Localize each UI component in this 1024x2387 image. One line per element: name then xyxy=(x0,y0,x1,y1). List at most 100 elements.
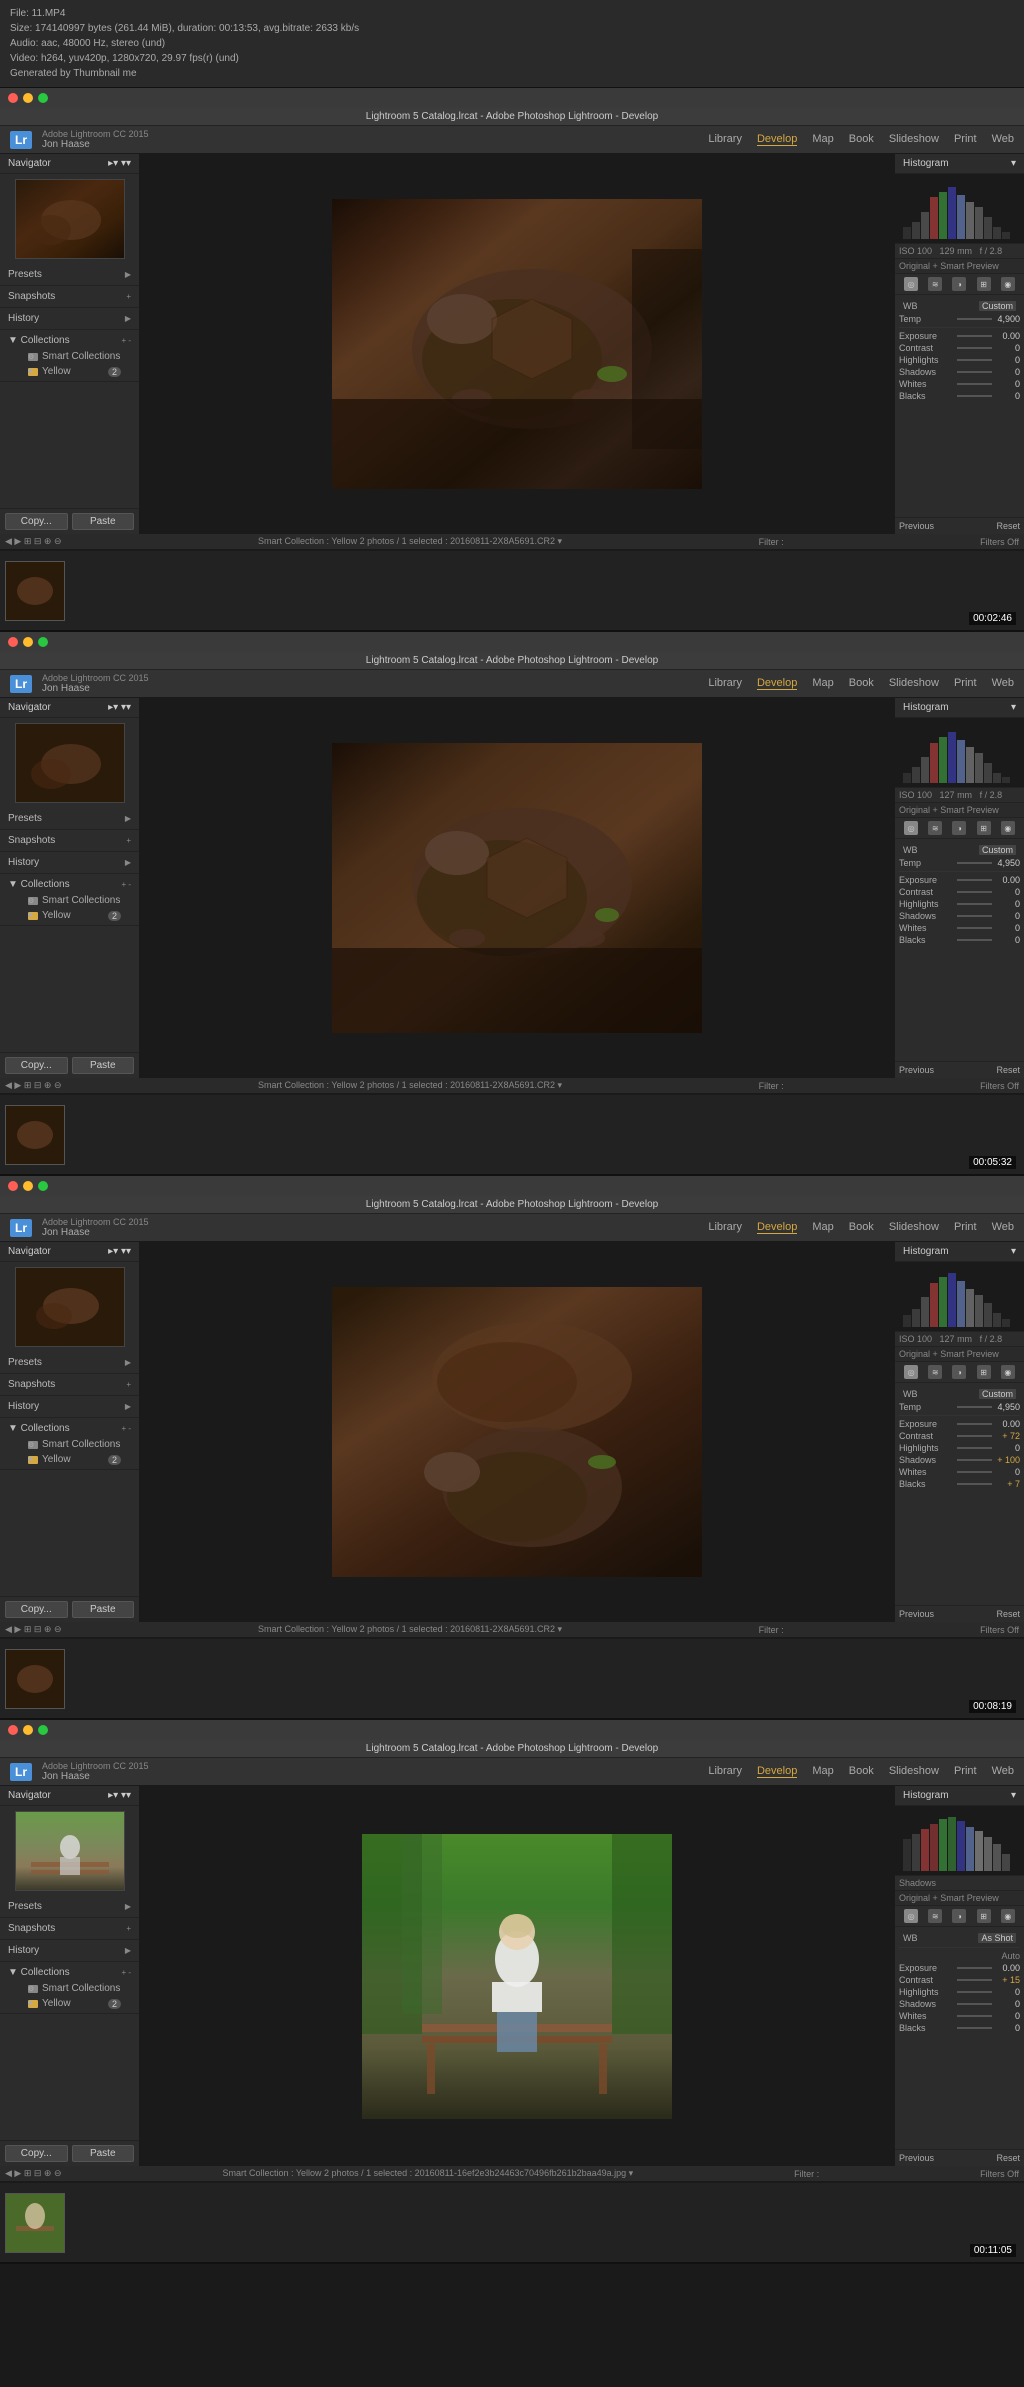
copy-button-2[interactable]: Copy... xyxy=(5,1057,68,1074)
exposure-slider-4[interactable] xyxy=(957,1967,992,1969)
contrast-slider-3[interactable] xyxy=(957,1435,992,1437)
nav-book-3[interactable]: Book xyxy=(849,1221,874,1234)
snapshots-title-3[interactable]: Snapshots + xyxy=(8,1376,131,1393)
dev-icon-color-2[interactable]: ◑ xyxy=(952,821,966,835)
nav-develop-1[interactable]: Develop xyxy=(757,133,797,146)
contrast-slider-4[interactable] xyxy=(957,1979,992,1981)
dev-icon-tone-4[interactable]: ≋ xyxy=(928,1909,942,1923)
dev-icon-basic-1[interactable]: ◎ xyxy=(904,277,918,291)
nav-library-4[interactable]: Library xyxy=(708,1765,742,1778)
nav-book-4[interactable]: Book xyxy=(849,1765,874,1778)
snapshots-title-4[interactable]: Snapshots + xyxy=(8,1920,131,1937)
dev-icon-color-4[interactable]: ◑ xyxy=(952,1909,966,1923)
dev-icon-basic-4[interactable]: ◎ xyxy=(904,1909,918,1923)
dev-icon-basic-2[interactable]: ◎ xyxy=(904,821,918,835)
filmstrip-thumb-4a[interactable] xyxy=(5,2193,65,2253)
paste-button-3[interactable]: Paste xyxy=(72,1601,135,1618)
highlights-slider-2[interactable] xyxy=(957,903,992,905)
yellow-collection-item-1[interactable]: ■ Yellow 2 xyxy=(8,364,131,379)
filmstrip-thumb-1a[interactable] xyxy=(5,561,65,621)
filmstrip-thumb-3a[interactable] xyxy=(5,1649,65,1709)
whites-slider-1[interactable] xyxy=(957,383,992,385)
nav-print-1[interactable]: Print xyxy=(954,133,977,146)
maximize-button-1[interactable] xyxy=(38,93,48,103)
copy-button-4[interactable]: Copy... xyxy=(5,2145,68,2162)
paste-button-2[interactable]: Paste xyxy=(72,1057,135,1074)
paste-button-1[interactable]: Paste xyxy=(72,513,135,530)
nav-book-1[interactable]: Book xyxy=(849,133,874,146)
exposure-slider-3[interactable] xyxy=(957,1423,992,1425)
nav-map-2[interactable]: Map xyxy=(812,677,833,690)
nav-develop-3[interactable]: Develop xyxy=(757,1221,797,1234)
nav-library-2[interactable]: Library xyxy=(708,677,742,690)
shadows-slider-1[interactable] xyxy=(957,371,992,373)
reset-button-1[interactable]: Reset xyxy=(996,521,1020,531)
whites-slider-4[interactable] xyxy=(957,2015,992,2017)
collections-title-4[interactable]: ▼ Collections + - xyxy=(8,1964,131,1981)
close-button-1[interactable] xyxy=(8,93,18,103)
whites-slider-2[interactable] xyxy=(957,927,992,929)
dev-icon-detail-1[interactable]: ⊞ xyxy=(977,277,991,291)
dev-icon-basic-3[interactable]: ◎ xyxy=(904,1365,918,1379)
history-title-3[interactable]: History ▶ xyxy=(8,1398,131,1415)
highlights-slider-3[interactable] xyxy=(957,1447,992,1449)
nav-develop-2[interactable]: Develop xyxy=(757,677,797,690)
presets-title-2[interactable]: Presets ▶ xyxy=(8,810,131,827)
filters-off-1[interactable]: Filters Off xyxy=(980,537,1019,547)
yellow-collection-item-2[interactable]: ■ Yellow 2 xyxy=(8,908,131,923)
smart-collections-item-4[interactable]: ⚙ Smart Collections xyxy=(8,1981,131,1996)
nav-map-1[interactable]: Map xyxy=(812,133,833,146)
nav-slideshow-1[interactable]: Slideshow xyxy=(889,133,939,146)
nav-web-3[interactable]: Web xyxy=(992,1221,1014,1234)
nav-print-2[interactable]: Print xyxy=(954,677,977,690)
shadows-slider-2[interactable] xyxy=(957,915,992,917)
previous-button-3[interactable]: Previous xyxy=(899,1609,934,1619)
presets-title-4[interactable]: Presets ▶ xyxy=(8,1898,131,1915)
blacks-slider-2[interactable] xyxy=(957,939,992,941)
dev-icon-lens-4[interactable]: ◉ xyxy=(1001,1909,1015,1923)
filmstrip-thumb-2a[interactable] xyxy=(5,1105,65,1165)
copy-button-1[interactable]: Copy... xyxy=(5,513,68,530)
previous-button-4[interactable]: Previous xyxy=(899,2153,934,2163)
nav-web-4[interactable]: Web xyxy=(992,1765,1014,1778)
temp-slider-1[interactable] xyxy=(957,318,992,320)
nav-book-2[interactable]: Book xyxy=(849,677,874,690)
dev-icon-detail-3[interactable]: ⊞ xyxy=(977,1365,991,1379)
dev-icon-color-1[interactable]: ◑ xyxy=(952,277,966,291)
maximize-button-2[interactable] xyxy=(38,637,48,647)
collections-title-3[interactable]: ▼ Collections + - xyxy=(8,1420,131,1437)
highlights-slider-1[interactable] xyxy=(957,359,992,361)
contrast-slider-2[interactable] xyxy=(957,891,992,893)
nav-map-3[interactable]: Map xyxy=(812,1221,833,1234)
dev-icon-detail-2[interactable]: ⊞ xyxy=(977,821,991,835)
contrast-slider-1[interactable] xyxy=(957,347,992,349)
whites-slider-3[interactable] xyxy=(957,1471,992,1473)
snapshots-title-2[interactable]: Snapshots + xyxy=(8,832,131,849)
temp-slider-2[interactable] xyxy=(957,862,992,864)
minimize-button-4[interactable] xyxy=(23,1725,33,1735)
blacks-slider-1[interactable] xyxy=(957,395,992,397)
shadows-slider-4[interactable] xyxy=(957,2003,992,2005)
blacks-slider-3[interactable] xyxy=(957,1483,992,1485)
maximize-button-3[interactable] xyxy=(38,1181,48,1191)
nav-slideshow-3[interactable]: Slideshow xyxy=(889,1221,939,1234)
presets-title-3[interactable]: Presets ▶ xyxy=(8,1354,131,1371)
nav-web-2[interactable]: Web xyxy=(992,677,1014,690)
close-button-3[interactable] xyxy=(8,1181,18,1191)
nav-library-3[interactable]: Library xyxy=(708,1221,742,1234)
highlights-slider-4[interactable] xyxy=(957,1991,992,1993)
history-title-1[interactable]: History ▶ xyxy=(8,310,131,327)
dev-icon-tone-1[interactable]: ≋ xyxy=(928,277,942,291)
dev-icon-lens-3[interactable]: ◉ xyxy=(1001,1365,1015,1379)
previous-button-2[interactable]: Previous xyxy=(899,1065,934,1075)
presets-title-1[interactable]: Presets ▶ xyxy=(8,266,131,283)
smart-collections-item-2[interactable]: ⚙ Smart Collections xyxy=(8,893,131,908)
paste-button-4[interactable]: Paste xyxy=(72,2145,135,2162)
dev-icon-tone-3[interactable]: ≋ xyxy=(928,1365,942,1379)
collections-title-1[interactable]: ▼ Collections + - xyxy=(8,332,131,349)
smart-collections-item-3[interactable]: ⚙ Smart Collections xyxy=(8,1437,131,1452)
filters-off-3[interactable]: Filters Off xyxy=(980,1625,1019,1635)
close-button-4[interactable] xyxy=(8,1725,18,1735)
previous-button-1[interactable]: Previous xyxy=(899,521,934,531)
dev-icon-color-3[interactable]: ◑ xyxy=(952,1365,966,1379)
